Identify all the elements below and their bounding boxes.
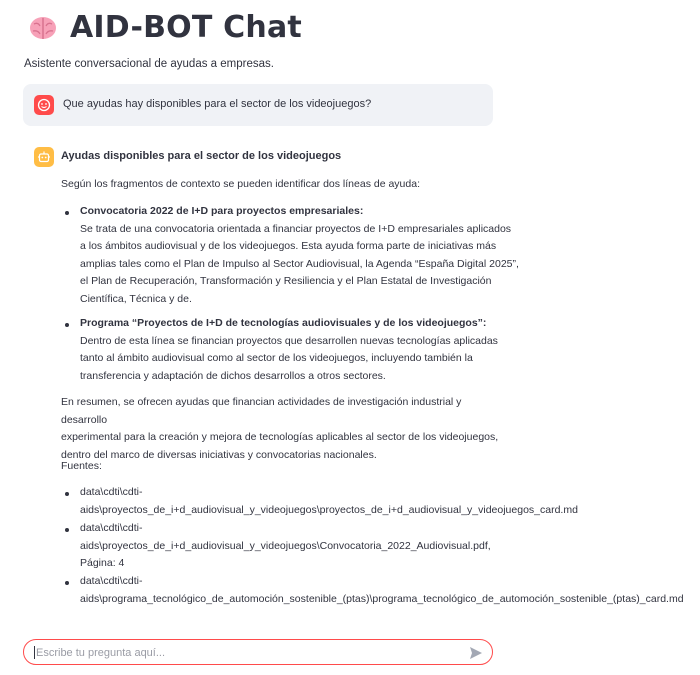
list-item-line: amplias tales como el Plan de Impulso al…: [80, 257, 519, 270]
page-subtitle: Asistente conversacional de ayudas a emp…: [24, 58, 274, 70]
robot-icon: [34, 147, 54, 167]
list-item: Programa “Proyectos de I+D de tecnología…: [65, 315, 520, 385]
bullet: [65, 211, 69, 215]
list-item-line: el Plan de Recuperación, Transformación …: [80, 275, 492, 287]
bullet: [65, 528, 69, 532]
assistant-summary: En resumen, se ofrecen ayudas que financ…: [61, 394, 501, 464]
source-line: data\cdti\cdti-: [80, 575, 143, 587]
list-item-line: a los ámbitos audiovisual y de los video…: [80, 240, 497, 252]
bullet: [65, 323, 69, 327]
user-face-icon: [34, 95, 54, 115]
page-title: AID-BOT Chat: [70, 10, 302, 45]
assistant-message: Ayudas disponibles para el sector de los…: [61, 148, 684, 605]
source-line: Página: 4: [80, 557, 125, 569]
chat-input-container[interactable]: [23, 639, 493, 665]
list-item-title: Convocatoria 2022 de I+D para proyectos …: [80, 205, 364, 217]
page-header: AID-BOT Chat: [28, 10, 302, 45]
source-item: data\cdti\cdti- aids\programa_tecnológic…: [65, 573, 684, 608]
list-item-line: Se trata de una convocatoria orientada a…: [80, 222, 512, 235]
source-line: data\cdti\cdti-: [80, 522, 143, 534]
source-item: data\cdti\cdti- aids\proyectos_de_i+d_au…: [65, 484, 680, 519]
list-item-line: Dentro de esta línea se financian proyec…: [80, 334, 498, 347]
list-item: Convocatoria 2022 de I+D para proyectos …: [65, 203, 520, 308]
sources-label: Fuentes:: [61, 460, 102, 472]
source-line: aids\proyectos_de_i+d_audiovisual_y_vide…: [80, 539, 491, 552]
summary-line: dentro del marco de diversas iniciativas…: [61, 448, 377, 461]
source-line: data\cdti\cdti-: [80, 486, 143, 498]
user-message-text: Que ayudas hay disponibles para el secto…: [63, 98, 372, 110]
source-item: data\cdti\cdti- aids\proyectos_de_i+d_au…: [65, 520, 680, 573]
chat-input[interactable]: [34, 644, 458, 662]
list-item-line: tanto al ámbito audiovisual como al sect…: [80, 352, 473, 364]
assistant-intro: Según los fragmentos de contexto se pued…: [61, 178, 420, 190]
summary-line: experimental para la creación y mejora d…: [61, 431, 499, 443]
list-item-title: Programa “Proyectos de I+D de tecnología…: [80, 317, 487, 329]
assistant-heading: Ayudas disponibles para el sector de los…: [61, 150, 342, 162]
source-line: aids\proyectos_de_i+d_audiovisual_y_vide…: [80, 503, 578, 516]
summary-line: En resumen, se ofrecen ayudas que financ…: [61, 396, 462, 426]
send-icon[interactable]: [468, 645, 484, 661]
user-message: Que ayudas hay disponibles para el secto…: [23, 84, 493, 126]
brain-icon: [28, 13, 58, 43]
list-item-line: Científica, Técnica y de.: [80, 292, 192, 305]
list-item-line: transferencia y adaptación de dichos des…: [80, 369, 386, 382]
bullet: [65, 492, 69, 496]
bullet: [65, 581, 69, 585]
source-line: aids\programa_tecnológico_de_automoción_…: [80, 592, 684, 605]
